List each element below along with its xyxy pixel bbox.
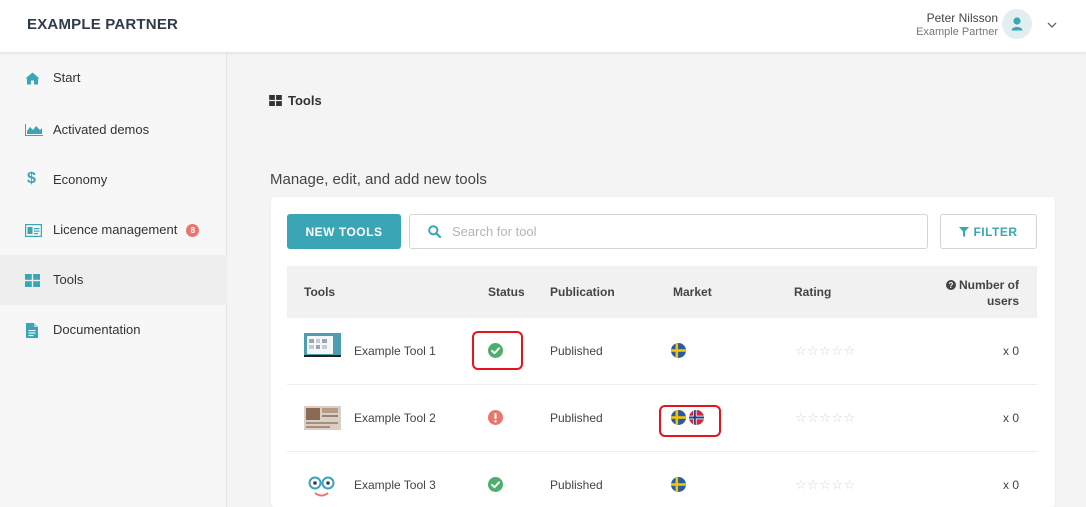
grid-icon xyxy=(269,95,282,106)
sidebar-item-label: Start xyxy=(53,70,81,85)
sidebar-item-label: Documentation xyxy=(53,322,141,337)
tool-name[interactable]: Example Tool 1 xyxy=(354,344,436,358)
sidebar-item-label: Economy xyxy=(53,172,108,187)
highlight-status-annotation xyxy=(472,331,523,370)
search-icon xyxy=(428,225,441,238)
sweden-flag-icon xyxy=(671,343,686,358)
user-count: x 0 xyxy=(1002,344,1019,358)
user-avatar[interactable] xyxy=(1002,9,1032,39)
publication-status: Published xyxy=(550,411,603,425)
home-icon xyxy=(25,72,40,85)
column-header-rating[interactable]: Rating xyxy=(794,285,831,299)
sidebar-item-label: Tools xyxy=(53,272,84,287)
table-row[interactable]: Example Tool 1 Published ☆☆☆☆☆ x 0 xyxy=(287,318,1037,385)
column-header-tools[interactable]: Tools xyxy=(304,285,335,299)
table-header: Tools Status Publication Market Rating ?… xyxy=(287,266,1037,318)
grid-icon xyxy=(25,274,40,287)
rating-stars[interactable]: ☆☆☆☆☆ xyxy=(795,477,856,493)
sidebar-item-start[interactable]: Start xyxy=(0,54,227,104)
help-icon[interactable]: ? xyxy=(945,280,956,290)
document-icon xyxy=(26,323,38,338)
column-header-status[interactable]: Status xyxy=(488,285,525,299)
tool-thumbnail[interactable] xyxy=(304,406,341,430)
new-tools-button[interactable]: NEW TOOLS xyxy=(287,214,401,249)
rating-stars[interactable]: ☆☆☆☆☆ xyxy=(795,410,856,426)
publication-status: Published xyxy=(550,344,603,358)
sidebar-item-economy[interactable]: $ Economy xyxy=(0,155,227,205)
rating-stars[interactable]: ☆☆☆☆☆ xyxy=(795,343,856,359)
search-box[interactable] xyxy=(409,214,928,249)
brand-logo[interactable]: EXAMPLE PARTNER xyxy=(27,16,178,33)
user-info[interactable]: Peter Nilsson Example Partner xyxy=(916,11,998,39)
sidebar-item-activated-demos[interactable]: Activated demos xyxy=(0,105,227,155)
tools-card: NEW TOOLS FILTER Tools Status Publicatio… xyxy=(271,197,1055,507)
sidebar-item-tools[interactable]: Tools xyxy=(0,255,227,305)
filter-button-label: FILTER xyxy=(973,224,1018,239)
sidebar-item-documentation[interactable]: Documentation xyxy=(0,305,227,355)
user-count: x 0 xyxy=(1002,411,1019,425)
id-card-icon xyxy=(25,224,42,237)
search-input[interactable] xyxy=(452,216,922,247)
user-icon xyxy=(1011,17,1023,31)
filter-button[interactable]: FILTER xyxy=(940,214,1037,249)
table-row[interactable]: Example Tool 3 Published ☆☆☆☆☆ x 0 xyxy=(287,452,1037,507)
highlight-market-annotation xyxy=(659,405,721,437)
sweden-flag-icon xyxy=(671,477,686,492)
user-company: Example Partner xyxy=(916,26,998,38)
tool-thumbnail[interactable] xyxy=(304,475,341,499)
tool-name[interactable]: Example Tool 3 xyxy=(354,478,436,492)
page-title: Tools xyxy=(288,93,322,108)
dollar-icon: $ xyxy=(27,170,36,187)
sidebar-item-licence-management[interactable]: Licence management 8 xyxy=(0,205,227,255)
status-error-icon xyxy=(488,410,503,425)
top-bar: EXAMPLE PARTNER Peter Nilsson Example Pa… xyxy=(0,0,1086,53)
user-count: x 0 xyxy=(1002,478,1019,492)
publication-status: Published xyxy=(550,478,603,492)
sidebar-item-label: Activated demos xyxy=(53,122,150,137)
sidebar-item-label: Licence management 8 xyxy=(53,205,200,255)
status-ok-icon xyxy=(488,477,503,492)
column-header-publication[interactable]: Publication xyxy=(550,285,615,299)
tool-thumbnail[interactable] xyxy=(304,333,341,357)
user-name: Peter Nilsson xyxy=(926,11,998,25)
chevron-down-icon[interactable] xyxy=(1046,19,1058,31)
column-header-users[interactable]: ? Number of users xyxy=(945,277,1019,309)
licence-count-badge: 8 xyxy=(186,224,200,237)
tool-name[interactable]: Example Tool 2 xyxy=(354,411,436,425)
filter-icon xyxy=(959,226,970,237)
page-subtitle: Manage, edit, and add new tools xyxy=(270,171,487,188)
breadcrumb: Tools xyxy=(269,93,322,108)
column-header-market[interactable]: Market xyxy=(673,285,712,299)
area-chart-icon xyxy=(25,124,43,136)
sidebar: Start Activated demos $ Economy Licence … xyxy=(0,54,227,507)
svg-text:?: ? xyxy=(948,281,953,290)
